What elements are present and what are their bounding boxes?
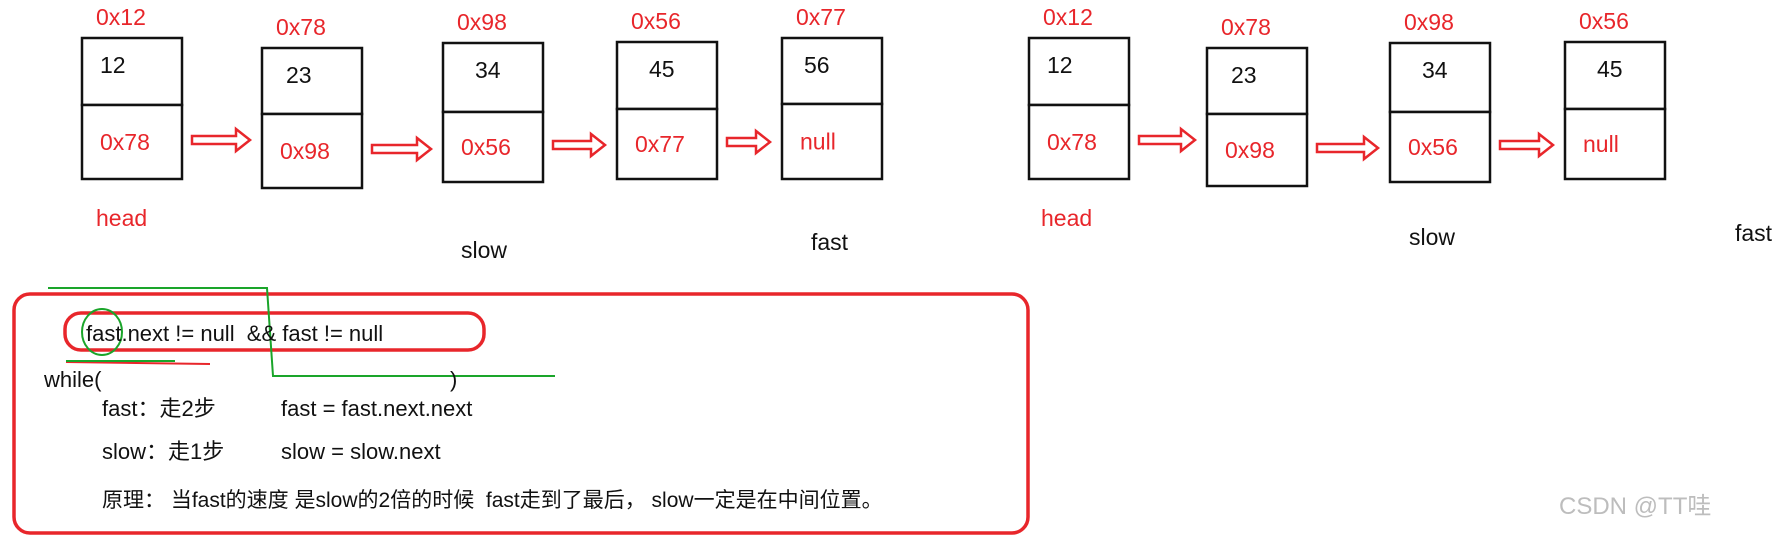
node-address: 0x78	[276, 14, 326, 40]
while-close: )	[450, 367, 457, 392]
node-value: 23	[1231, 62, 1257, 88]
arrow-right-icon	[370, 135, 434, 163]
list-node: 0x12 12 0x78	[1027, 4, 1131, 181]
node-value-cell	[260, 46, 364, 116]
fast-code: fast = fast.next.next	[281, 396, 472, 421]
node-value: 34	[1422, 57, 1448, 83]
node-address: 0x78	[1221, 14, 1271, 40]
principle-text: 原理： 当fast的速度 是slow的2倍的时候 fast走到了最后， slow…	[102, 489, 883, 512]
linked-list-right: 0x12 12 0x78 0x78 23 0x98 0x98 34 0x56 0x56 45 null	[1027, 4, 1667, 188]
arrow-right-icon	[190, 126, 253, 154]
node-value-cell	[80, 36, 184, 107]
list-node: 0x12 12 0x78	[80, 4, 184, 181]
slow-label-left: slow	[461, 237, 507, 263]
node-next: 0x77	[635, 131, 685, 157]
node-address: 0x56	[631, 8, 681, 34]
node-value: 12	[100, 52, 126, 78]
node-address: 0x77	[796, 4, 846, 30]
node-next: 0x56	[461, 134, 511, 160]
node-next: 0x78	[1047, 129, 1097, 155]
node-address: 0x98	[457, 9, 507, 35]
node-value: 45	[1597, 56, 1623, 82]
list-node: 0x77 56 null	[780, 4, 884, 181]
node-next: 0x98	[1225, 137, 1275, 163]
head-label-right: head	[1041, 205, 1092, 231]
list-node: 0x78 23 0x98	[260, 14, 364, 190]
node-value: 34	[475, 57, 501, 83]
arrow-right-icon	[551, 131, 608, 159]
fast-label-right: fast	[1735, 220, 1773, 246]
node-value: 23	[286, 62, 312, 88]
slow-label-right: slow	[1409, 224, 1455, 250]
node-value: 45	[649, 56, 675, 82]
node-value: 12	[1047, 52, 1073, 78]
arrow-right-icon	[1315, 134, 1381, 162]
arrow-right-icon	[1137, 126, 1198, 154]
fast-rule: fast：走2步	[102, 396, 216, 421]
annotation-underline-red	[65, 361, 211, 365]
node-value-cell	[1205, 46, 1309, 116]
arrow-right-icon	[1498, 131, 1556, 159]
list-node: 0x56 45 null	[1563, 8, 1667, 181]
head-label-left: head	[96, 205, 147, 231]
linked-list-left: 0x12 12 0x78 0x78 23 0x98 0x98 34 0x56 0x56 45 0x77…	[80, 4, 884, 190]
node-address: 0x12	[1043, 4, 1093, 30]
loop-condition: fast.next != null && fast != null	[86, 321, 383, 346]
node-next: null	[800, 129, 836, 155]
node-next: 0x56	[1408, 134, 1458, 160]
list-node: 0x98 34 0x56	[441, 9, 545, 184]
while-open: while(	[43, 367, 102, 392]
list-node: 0x56 45 0x77	[615, 8, 719, 181]
linked-list-diagram: 0x12 12 0x78 0x78 23 0x98 0x98 34 0x56 0x56 45 0x77…	[12, 4, 1773, 535]
list-node: 0x98 34 0x56	[1388, 9, 1492, 184]
list-node: 0x78 23 0x98	[1205, 14, 1309, 188]
node-address: 0x56	[1579, 8, 1629, 34]
node-value-cell	[780, 36, 884, 106]
node-next: null	[1583, 131, 1619, 157]
fast-label-left: fast	[811, 229, 849, 255]
node-value-cell	[1027, 36, 1131, 107]
node-next: 0x78	[100, 129, 150, 155]
slow-code: slow = slow.next	[281, 439, 441, 464]
arrow-right-icon	[725, 128, 773, 156]
watermark: CSDN @TT哇	[1559, 493, 1711, 520]
node-address: 0x12	[96, 4, 146, 30]
node-value: 56	[804, 52, 830, 78]
slow-rule: slow：走1步	[102, 439, 224, 464]
node-next: 0x98	[280, 138, 330, 164]
node-address: 0x98	[1404, 9, 1454, 35]
